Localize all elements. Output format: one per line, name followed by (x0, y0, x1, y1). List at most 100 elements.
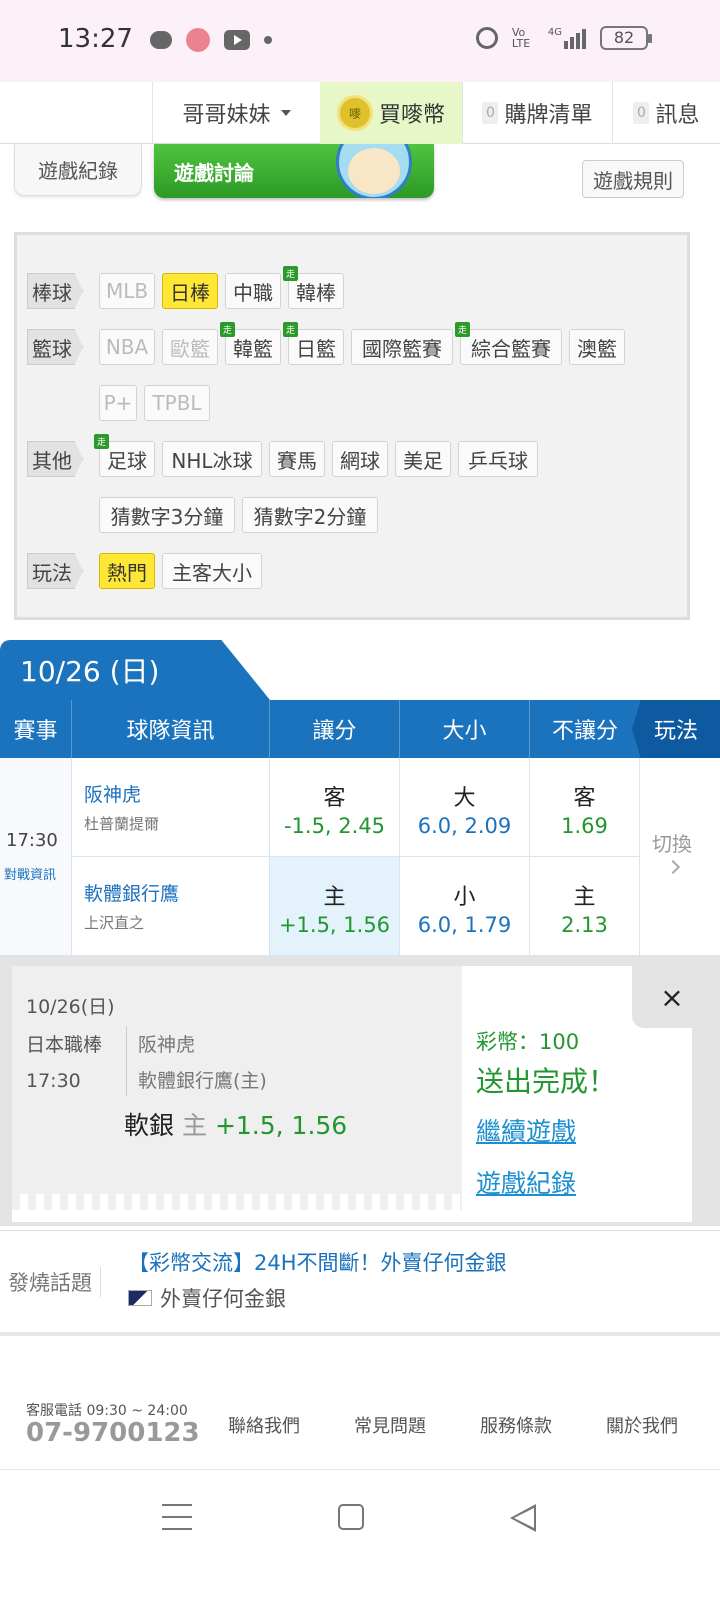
chip-home-away-total[interactable]: 主客大小 (162, 553, 262, 589)
service-hours: 客服電話 09:30 ~ 24:00 (26, 1403, 188, 1419)
team-name: 軟體銀行鷹 (84, 883, 180, 905)
match-table: 17:30 對戰資訊 阪神虎 杜普蘭提爾 客 -1.5, 2.45 大 6.0,… (0, 758, 720, 956)
confirmation-card: 10/26(日) 日本職棒 17:30 阪神虎 軟體銀行鷹(主) 軟銀 主 +1… (12, 966, 712, 1222)
chip-tennis[interactable]: 網球 (332, 441, 388, 477)
bet-summary: 10/26(日) 日本職棒 17:30 阪神虎 軟體銀行鷹(主) 軟銀 主 +1… (12, 966, 462, 1196)
game-record-link[interactable]: 遊戲紀錄 (476, 1164, 576, 1200)
signal-icon: 4G (548, 27, 586, 49)
basketball-label: 籃球 (27, 329, 83, 365)
chip-korea-basketball[interactable]: 走韓籃 (220, 322, 281, 365)
live-badge: 走 (283, 322, 298, 337)
team-name: 阪神虎 (84, 784, 142, 806)
game-discussion-tab[interactable]: 遊戲討論 (154, 144, 434, 198)
chip-p-plus[interactable]: P+ (99, 385, 137, 421)
category-panel: 棒球 MLB 日棒 中職 走韓棒 籃球 NBA 歐籃 走韓籃 走日籃 國際籃賽 … (14, 232, 690, 620)
chip-table-tennis[interactable]: 乒乓球 (458, 441, 538, 477)
divider (126, 1026, 127, 1096)
terms-link[interactable]: 服務條款 (480, 1412, 552, 1438)
odds-spread-away[interactable]: 客 -1.5, 2.45 (270, 758, 400, 857)
chip-cpbl[interactable]: 中職 (225, 273, 281, 309)
messages-button[interactable]: 0 訊息 (612, 82, 720, 144)
faq-link[interactable]: 常見問題 (354, 1412, 426, 1438)
service-phone[interactable]: 07-9700123 (26, 1418, 200, 1448)
header-team-info: 球隊資訊 (72, 700, 270, 758)
user-name: 哥哥妹妹 (182, 103, 271, 128)
caret-down-icon (280, 110, 291, 116)
bet-away-team: 阪神虎 (138, 1034, 196, 1056)
buy-coins-label: 買嘜幣 (378, 103, 445, 128)
user-menu[interactable]: 哥哥妹妹 (152, 82, 320, 144)
live-badge: 走 (220, 322, 235, 337)
hot-topic-link[interactable]: 【彩幣交流】24H不間斷！外賣仔何金銀 (128, 1247, 507, 1277)
buy-coins-button[interactable]: 嘜 買嘜幣 (320, 82, 462, 144)
chip-kbo[interactable]: 走韓棒 (283, 266, 344, 309)
odds-spread-home-selected[interactable]: 主 +1.5, 1.56 (270, 857, 400, 956)
odds-total-under[interactable]: 小 6.0, 1.79 (400, 857, 530, 956)
chip-mlb[interactable]: MLB (99, 273, 155, 309)
team-away-cell: 阪神虎 杜普蘭提爾 (72, 758, 270, 857)
game-record-tab[interactable]: 遊戲紀錄 (14, 144, 142, 196)
switch-label: 切換 (652, 832, 692, 856)
chip-nba[interactable]: NBA (99, 329, 155, 365)
cart-button[interactable]: 0 購牌清單 (462, 82, 612, 144)
chip-japan-basketball[interactable]: 走日籃 (283, 322, 344, 365)
chip-euro-basketball[interactable]: 歐籃 (162, 329, 218, 365)
header-total: 大小 (400, 700, 530, 758)
odds-moneyline-away[interactable]: 客 1.69 (530, 758, 640, 857)
chip-guess-2min[interactable]: 猜數字2分鐘 (242, 497, 378, 533)
chip-nhl[interactable]: NHL冰球 (162, 441, 262, 477)
table-header: 賽事 球隊資訊 讓分 大小 不讓分 玩法 (0, 700, 720, 758)
zigzag-edge (12, 1194, 462, 1210)
continue-game-link[interactable]: 繼續遊戲 (476, 1112, 576, 1148)
bet-confirmation: 10/26(日) 日本職棒 17:30 阪神虎 軟體銀行鷹(主) 軟銀 主 +1… (0, 956, 720, 1226)
volte-icon: Vo LTE (511, 26, 531, 50)
back-icon[interactable] (510, 1504, 536, 1532)
close-icon[interactable]: × (632, 966, 712, 1028)
mascot-face (348, 148, 400, 194)
matchup-info-link[interactable]: 對戰資訊 (4, 864, 56, 883)
chip-hot[interactable]: 熱門 (99, 553, 155, 589)
game-rules-button[interactable]: 遊戲規則 (582, 160, 684, 198)
menu-icon[interactable] (162, 1504, 192, 1530)
cart-label: 購牌清單 (504, 103, 593, 128)
contact-us-link[interactable]: 聯絡我們 (228, 1412, 300, 1438)
bet-time: 17:30 (26, 1070, 81, 1092)
coins-spent: 彩幣：100 (476, 1030, 580, 1054)
battery-indicator: 82 (600, 26, 652, 50)
status-time: 13:27 (58, 24, 133, 54)
about-us-link[interactable]: 關於我們 (606, 1412, 678, 1438)
game-discussion-label: 遊戲討論 (174, 160, 254, 185)
chip-football[interactable]: 美足 (395, 441, 451, 477)
chip-npb[interactable]: 日棒 (162, 273, 218, 309)
bet-league: 日本職棒 (26, 1034, 103, 1056)
chip-intl-basketball[interactable]: 國際籃賽 (351, 329, 453, 365)
user-avatar-icon (128, 1290, 152, 1306)
coin-icon: 嘜 (336, 95, 373, 131)
chip-tpbl[interactable]: TPBL (144, 385, 210, 421)
submit-done: 送出完成！ (476, 1065, 617, 1098)
pitcher-name: 上沢直之 (84, 914, 145, 932)
chip-soccer[interactable]: 走足球 (94, 434, 155, 477)
hot-topic-bar: 發燒話題 【彩幣交流】24H不間斷！外賣仔何金銀 外賣仔何金銀 (0, 1230, 720, 1336)
odds-total-over[interactable]: 大 6.0, 2.09 (400, 758, 530, 857)
live-badge: 走 (94, 434, 109, 449)
bet-pick: 軟銀 主 +1.5, 1.56 (124, 1111, 348, 1140)
chip-guess-3min[interactable]: 猜數字3分鐘 (99, 497, 235, 533)
footer: 客服電話 09:30 ~ 24:00 07-9700123 聯絡我們 常見問題 … (0, 1340, 720, 1470)
messages-label: 訊息 (655, 103, 700, 128)
bet-home-team: 軟體銀行鷹(主) (138, 1070, 267, 1092)
chevron-right-icon (665, 859, 681, 875)
header-event: 賽事 (0, 700, 72, 758)
pitcher-name: 杜普蘭提爾 (84, 815, 160, 833)
odds-moneyline-home[interactable]: 主 2.13 (530, 857, 640, 956)
chip-aus-basketball[interactable]: 澳籃 (569, 329, 625, 365)
topic-author[interactable]: 外賣仔何金銀 (128, 1283, 286, 1313)
switch-play-button[interactable]: 切換 (640, 758, 720, 956)
cart-count: 0 (482, 102, 499, 124)
header-moneyline: 不讓分 (551, 719, 618, 744)
chip-mixed-basketball[interactable]: 走綜合籃賽 (455, 322, 562, 365)
home-icon[interactable] (338, 1504, 364, 1530)
messages-count: 0 (633, 102, 650, 124)
top-nav: 哥哥妹妹 嘜 買嘜幣 0 購牌清單 0 訊息 (0, 82, 720, 144)
chip-horse-racing[interactable]: 賽馬 (269, 441, 325, 477)
